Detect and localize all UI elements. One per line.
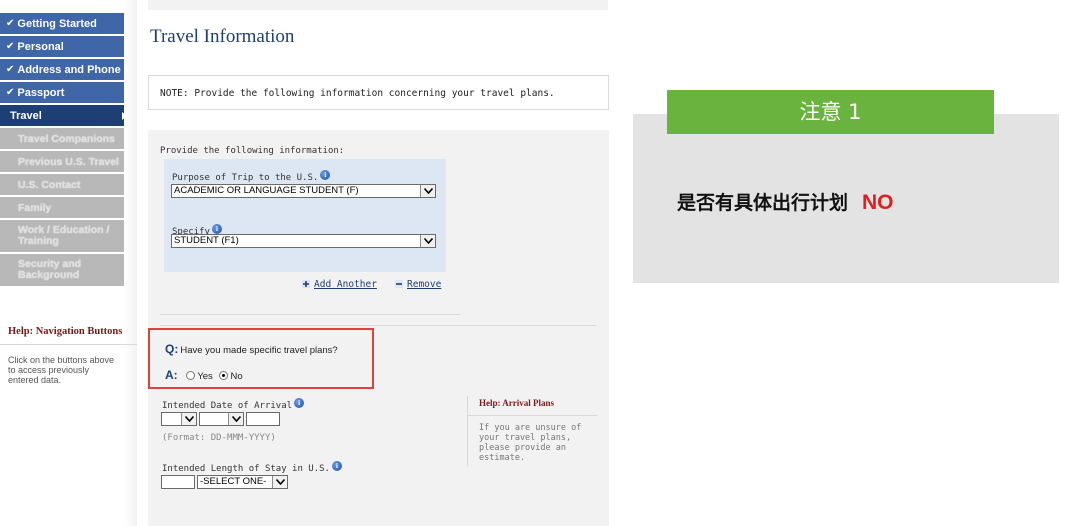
chevron-down-icon[interactable] (420, 185, 435, 197)
nav-label: Travel (10, 109, 42, 122)
nav-label: Family (18, 201, 52, 214)
stay-unit-select[interactable]: -SELECT ONE- (197, 475, 288, 489)
stay-label: Intended Length of Stay in U.S. i (162, 461, 342, 474)
nav-passport[interactable]: ✔ Passport (0, 82, 137, 103)
no-radio[interactable] (219, 371, 229, 380)
check-icon: ✔ (6, 18, 15, 29)
nav-label: Address and Phone (17, 63, 121, 76)
annotation-tab: 注意 1 (667, 90, 994, 134)
nav-security-background: Security and Background (0, 254, 137, 286)
stay-label-text: Intended Length of Stay in U.S. (162, 464, 330, 474)
minus-icon (395, 280, 403, 288)
question-prefix: Q: (165, 342, 179, 356)
check-icon: ✔ (6, 41, 15, 52)
specify-select[interactable]: STUDENT (F1) (171, 234, 436, 248)
help-title: Arrival Plans (502, 398, 555, 408)
remove-link[interactable]: Remove (395, 279, 441, 290)
nav-address-and-phone[interactable]: ✔ Address and Phone (0, 59, 137, 80)
nav-us-contact: U.S. Contact (0, 174, 137, 195)
check-icon: ✔ (6, 87, 15, 98)
page-title: Travel Information (150, 26, 295, 47)
arrival-year-input[interactable] (246, 412, 280, 426)
divider (160, 314, 460, 315)
help-prefix: Help: (8, 326, 34, 337)
purpose-select[interactable]: ACADEMIC OR LANGUAGE STUDENT (F) (171, 184, 436, 198)
top-band (148, 0, 608, 10)
stay-length-input[interactable] (161, 475, 195, 489)
info-icon[interactable]: i (320, 170, 331, 180)
sidebar-nav: ✔ Getting Started ✔ Personal ✔ Address and … (0, 13, 137, 288)
help-prefix: Help: (479, 398, 501, 408)
nav-getting-started[interactable]: ✔ Getting Started (0, 13, 137, 34)
nav-label: Security and Background (18, 258, 82, 281)
chevron-down-icon[interactable] (228, 413, 243, 425)
nav-label: Getting Started (17, 17, 97, 30)
divider (160, 325, 596, 326)
divider (0, 344, 137, 345)
date-format-hint: (Format: DD-MMM-YYYY) (162, 433, 276, 443)
nav-label: Passport (17, 86, 65, 99)
nav-work-education: Work / Education / Training (0, 220, 137, 252)
provide-label: Provide the following information: (160, 146, 345, 156)
nav-label: Personal (17, 40, 64, 53)
note-box: NOTE: Provide the following information … (148, 75, 609, 110)
nav-label: Work / Education / Training (18, 224, 110, 247)
check-icon: ✔ (6, 64, 15, 75)
info-icon[interactable]: i (294, 398, 305, 408)
nav-travel-companions: Travel Companions (0, 128, 137, 149)
yes-label: Yes (197, 371, 213, 382)
nav-personal[interactable]: ✔ Personal (0, 36, 137, 57)
remove-text: Remove (407, 279, 442, 290)
purpose-value: ACADEMIC OR LANGUAGE STUDENT (F) (174, 185, 359, 196)
arrival-help-text: If you are unsure of your travel plans, … (479, 423, 582, 463)
nav-label: Previous U.S. Travel (18, 155, 119, 168)
arrival-help-title: Help: Arrival Plans (467, 398, 597, 408)
travel-plans-answer: A: Yes No (165, 368, 243, 382)
add-another-text: Add Another (314, 279, 377, 290)
chevron-down-icon[interactable] (420, 235, 435, 247)
travel-plans-question: Q: Have you made specific travel plans? (165, 342, 338, 356)
plus-icon (302, 280, 310, 288)
note-text: NOTE: Provide the following information … (160, 88, 555, 99)
annotation-question: 是否有具体出行计划 (677, 192, 849, 214)
purpose-label: Purpose of Trip to the U.S. i (172, 170, 331, 183)
specify-value: STUDENT (F1) (174, 235, 239, 246)
purpose-label-text: Purpose of Trip to the U.S. (172, 173, 319, 183)
no-label: No (230, 371, 243, 382)
info-icon[interactable]: i (211, 224, 222, 234)
arrival-label: Intended Date of Arrival i (162, 398, 305, 411)
arrival-month-select[interactable] (199, 412, 244, 426)
navigation-help: Help: Navigation Buttons Click on the bu… (0, 322, 137, 385)
add-another-link[interactable]: Add Another (302, 279, 377, 290)
arrival-label-text: Intended Date of Arrival (162, 401, 293, 411)
annotation-answer: NO (862, 191, 894, 214)
answer-prefix: A: (165, 368, 178, 382)
yes-radio[interactable] (186, 371, 196, 380)
nav-travel[interactable]: Travel (0, 105, 137, 126)
stay-unit-value: -SELECT ONE- (200, 476, 267, 487)
help-title: Navigation Buttons (35, 326, 123, 337)
navigation-help-title: Help: Navigation Buttons (0, 322, 137, 342)
nav-label: U.S. Contact (18, 178, 81, 191)
nav-family: Family (0, 197, 137, 218)
annotation-text: 是否有具体出行计划 NO (677, 188, 894, 215)
chevron-down-icon[interactable] (181, 413, 196, 425)
divider (467, 415, 597, 416)
navigation-help-text: Click on the buttons above to access pre… (8, 355, 115, 385)
nav-previous-us-travel: Previous U.S. Travel (0, 151, 137, 172)
sidebar-shade (124, 0, 137, 526)
arrival-help: Help: Arrival Plans If you are unsure of… (467, 398, 597, 463)
question-text: Have you made specific travel plans? (180, 345, 338, 356)
nav-label: Travel Companions (18, 132, 115, 145)
info-icon[interactable]: i (331, 461, 342, 471)
arrival-day-select[interactable] (161, 412, 197, 426)
chevron-down-icon[interactable] (272, 476, 287, 488)
